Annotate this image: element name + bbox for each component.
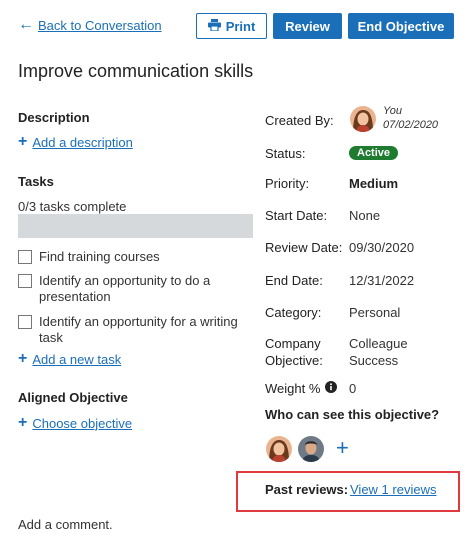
priority-value: Medium [349,176,399,191]
aligned-objective-heading: Aligned Objective [18,390,128,405]
company-objective-label-line2: Objective: [265,353,323,368]
choose-objective-link[interactable]: + Choose objective [18,415,132,431]
avatar[interactable] [266,436,292,462]
add-task-label: Add a new task [32,351,122,367]
company-objective-label-line1: Company [265,336,321,351]
status-badge-text: Active [349,146,399,160]
created-by-name: You [383,105,402,117]
status-label: Status: [265,146,306,161]
review-date-label: Review Date: [265,240,343,255]
task-item: Identify an opportunity to do a presenta… [18,273,240,305]
choose-objective-label: Choose objective [32,415,133,431]
end-date-value: 12/31/2022 [349,273,415,288]
review-button[interactable]: Review [273,13,342,39]
start-date-label: Start Date: [265,208,328,223]
weight-label-group: Weight % [265,380,338,397]
task-checkbox[interactable] [18,274,32,288]
task-item: Find training courses [18,249,240,265]
print-button[interactable]: Print [196,13,267,39]
add-description-link[interactable]: + Add a description [18,134,133,150]
company-objective-value: Colleague Success [349,335,408,369]
task-label: Identify an opportunity to do a presenta… [39,273,211,304]
company-objective-label: Company Objective: [265,335,323,369]
add-comment-label: Add a comment. [18,517,113,532]
add-viewer-button[interactable]: + [336,437,349,459]
weight-label: Weight % [265,381,321,396]
category-label: Category: [265,305,322,320]
end-date-label: End Date: [265,273,323,288]
created-date: 07/02/2020 [383,119,439,131]
tasks-progress-text: 0/3 tasks complete [18,199,127,214]
plus-icon: + [18,133,28,150]
tasks-heading: Tasks [18,174,54,189]
add-task-link[interactable]: + Add a new task [18,351,121,367]
created-by-label: Created By: [265,113,334,128]
avatar [350,106,376,132]
plus-icon: + [18,350,28,367]
printer-icon [207,18,221,34]
avatar[interactable] [298,436,324,462]
add-description-label: Add a description [32,134,133,150]
past-reviews-label: Past reviews: [265,482,349,497]
visibility-heading: Who can see this objective? [265,407,440,422]
status-badge: Active [349,144,399,160]
task-label: Find training courses [39,249,160,264]
info-icon[interactable] [325,380,338,397]
description-heading: Description [18,110,90,125]
review-date-value: 09/30/2020 [349,240,415,255]
priority-label: Priority: [265,176,310,191]
weight-value: 0 [349,381,357,396]
view-reviews-link[interactable]: View 1 reviews [350,482,436,497]
task-checkbox[interactable] [18,250,32,264]
start-date-value: None [349,208,381,223]
back-link-label: Back to Conversation [38,17,162,33]
print-label: Print [225,18,256,34]
task-label: Identify an opportunity for a writing ta… [39,314,238,345]
back-to-conversation-link[interactable]: ← Back to Conversation [18,17,162,33]
tasks-progress-bar [18,214,253,238]
plus-icon: + [336,435,349,460]
arrow-left-icon: ← [18,16,34,33]
category-value: Personal [349,305,401,320]
end-objective-button[interactable]: End Objective [348,13,454,39]
company-objective-value-line1: Colleague [349,336,408,351]
task-checkbox[interactable] [18,315,32,329]
plus-icon: + [18,414,28,431]
page-title: Improve communication skills [18,61,254,81]
company-objective-value-line2: Success [349,353,399,368]
task-item: Identify an opportunity for a writing ta… [18,314,240,346]
